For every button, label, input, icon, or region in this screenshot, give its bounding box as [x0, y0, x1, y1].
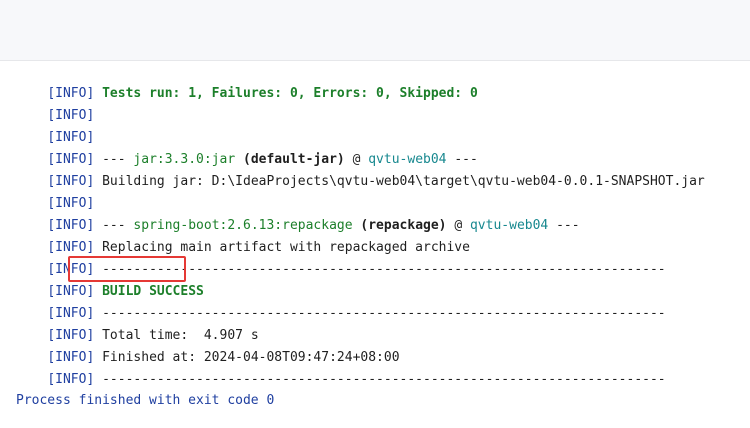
process-exit-message: Process finished with exit code 0: [16, 393, 275, 408]
log-line: [INFO] ---------------------------------…: [16, 281, 665, 321]
run-console-output[interactable]: [INFO] Tests run: 1, Failures: 0, Errors…: [0, 61, 750, 428]
build-success-highlight-box: [68, 256, 186, 282]
log-line: [INFO]: [16, 83, 94, 123]
log-line: [INFO] Tests run: 1, Failures: 0, Errors…: [16, 61, 477, 101]
module-name: qvtu-web04: [469, 218, 549, 233]
log-line: [INFO] Total time: 4.907 s: [16, 303, 258, 343]
log-tag: [INFO]: [47, 372, 95, 387]
plugin-suffix: ---: [548, 218, 580, 233]
log-line: [INFO] Finished at: 2024-04-08T09:47:24+…: [16, 325, 399, 365]
tests-summary: Tests run: 1, Failures: 0, Errors: 0, Sk…: [102, 86, 478, 101]
log-line: [INFO] --- spring-boot:2.6.13:repackage …: [16, 193, 579, 233]
log-line: [INFO] --- jar:3.3.0:jar (default-jar) @…: [16, 127, 478, 167]
log-line: [INFO] Replacing main artifact with repa…: [16, 215, 470, 255]
log-line: [INFO]: [16, 171, 94, 211]
log-line: [INFO] Building jar: D:\IdeaProjects\qvt…: [16, 149, 704, 189]
log-text: Building jar: D:\IdeaProjects\qvtu-web04…: [102, 174, 705, 189]
log-line: [INFO] ---------------------------------…: [16, 347, 665, 387]
console-toolbar-strip: [0, 0, 750, 61]
log-line: [INFO]: [16, 105, 94, 145]
separator-line: ----------------------------------------…: [102, 372, 666, 387]
